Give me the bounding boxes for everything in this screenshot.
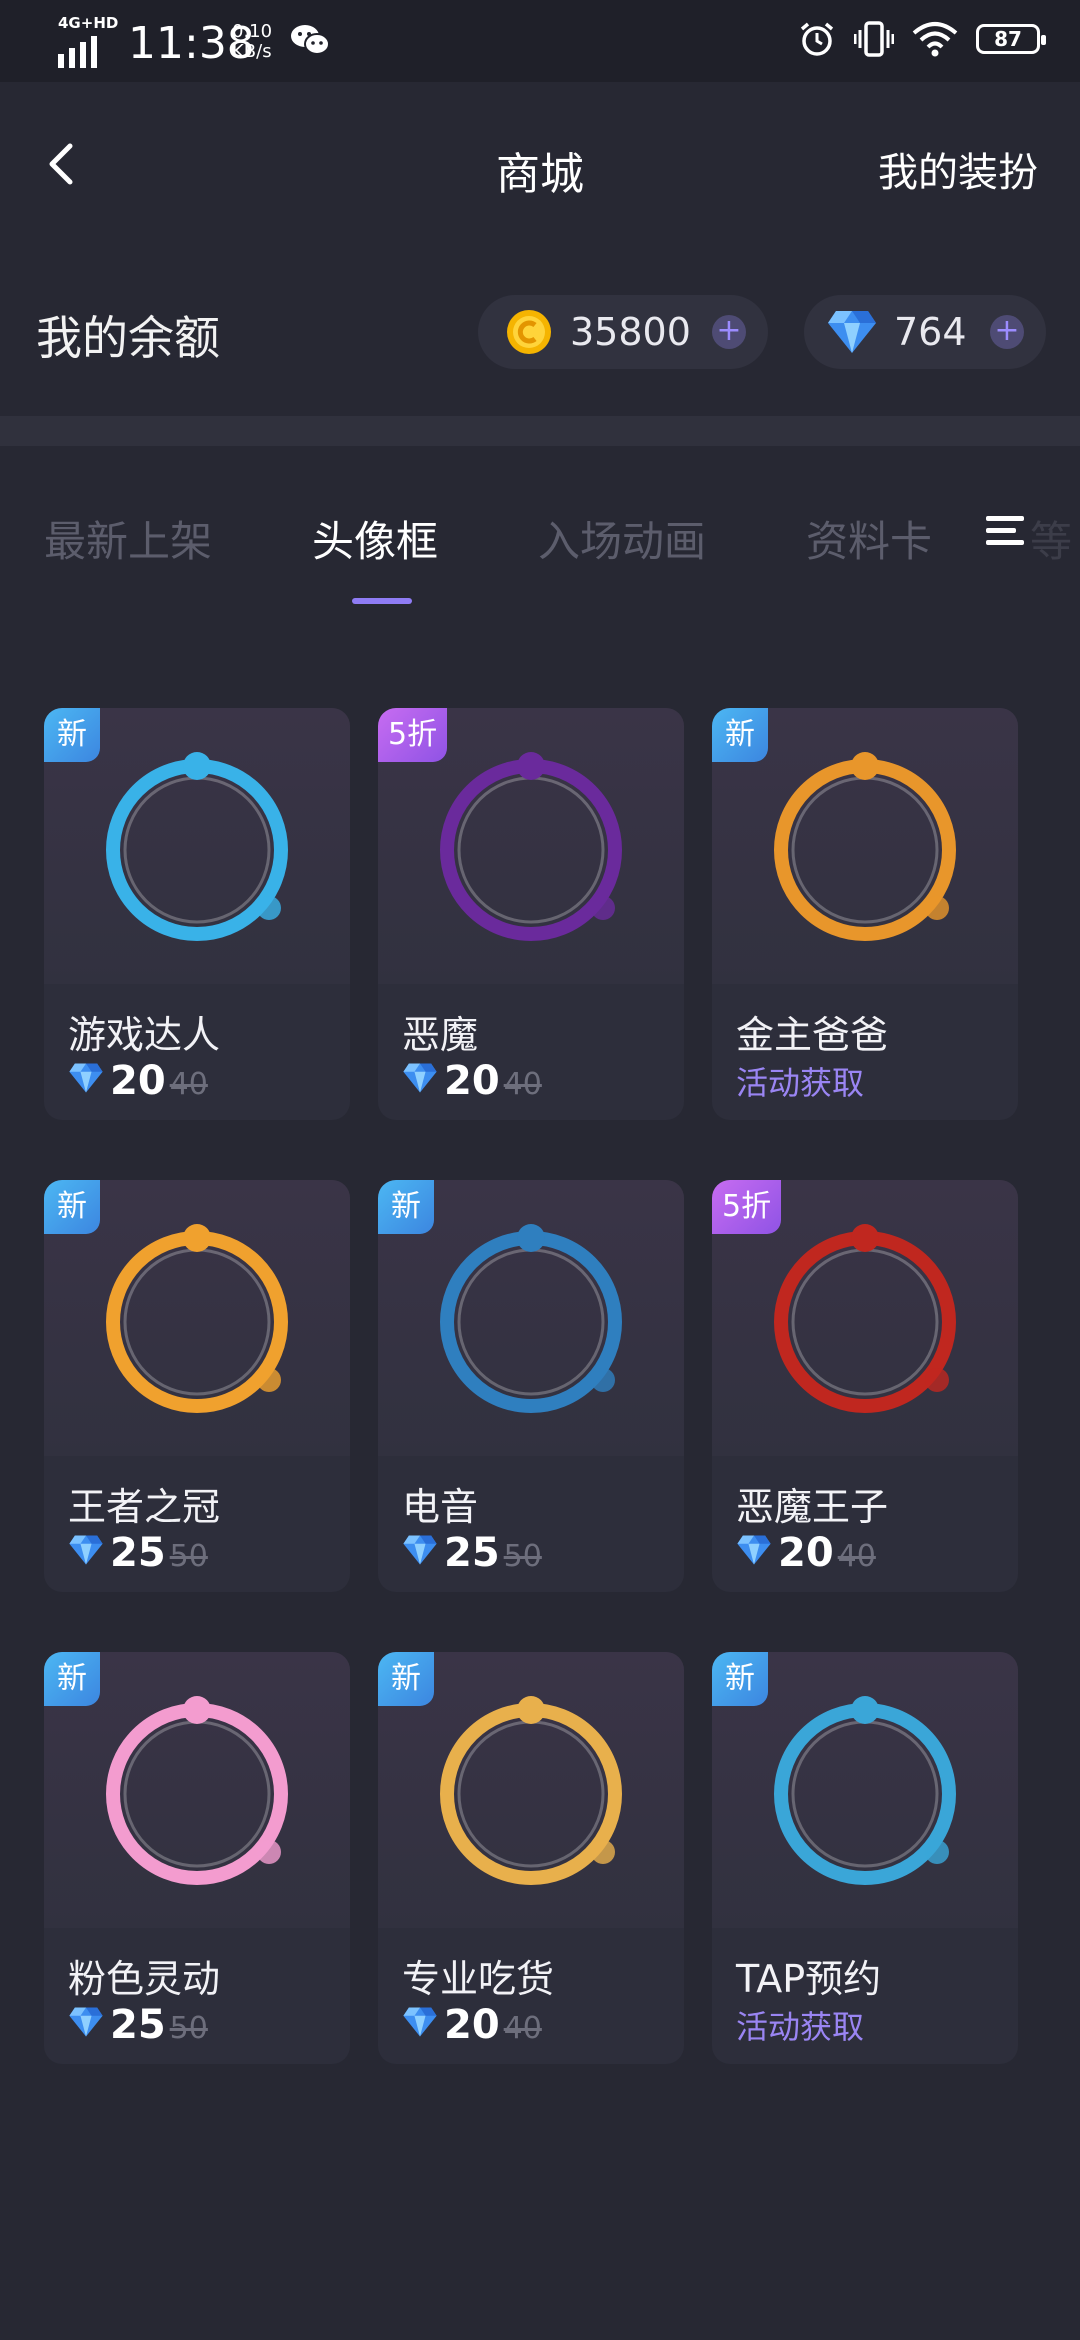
- current-price: 20: [444, 1058, 500, 1104]
- coin-amount: 35800: [570, 310, 691, 354]
- current-price: 20: [444, 2002, 500, 2048]
- item-name: 游戏达人: [68, 1013, 221, 1057]
- original-price: 40: [169, 1067, 208, 1102]
- category-tabs: 最新上架 头像框 入场动画 资料卡 等: [0, 490, 1080, 610]
- item-price: 25 50: [68, 1530, 208, 1576]
- new-badge: 新: [712, 708, 768, 762]
- item-name: 粉色灵动: [68, 1957, 221, 2001]
- item-name: 金主爸爸: [736, 1013, 889, 1057]
- coin-balance[interactable]: 35800 +: [478, 295, 768, 369]
- current-price: 20: [778, 1530, 834, 1576]
- vibrate-icon: [854, 21, 894, 57]
- item-name: 电音: [402, 1485, 479, 1529]
- item-card[interactable]: 新金主爸爸活动获取: [712, 708, 1018, 1120]
- speed-unit: KB/s: [232, 41, 272, 62]
- tab-more[interactable]: 等: [1030, 508, 1072, 569]
- item-card[interactable]: 新王者之冠 25 50: [44, 1180, 350, 1592]
- activity-obtain-label: 活动获取: [736, 2008, 865, 2046]
- network-type: 4G+HD: [58, 14, 119, 32]
- diamond-icon: [403, 2007, 437, 2037]
- new-badge: 新: [712, 1652, 768, 1706]
- diamond-icon: [69, 2007, 103, 2037]
- status-bar: 4G+HD 11:38 0.10 KB/s 87: [0, 0, 1080, 82]
- diamond-icon: [69, 1535, 103, 1565]
- item-card[interactable]: 新游戏达人 20 40: [44, 708, 350, 1120]
- balance-section: 我的余额 35800 + 764 +: [0, 280, 1080, 390]
- tab-new-arrivals[interactable]: 最新上架: [44, 508, 212, 569]
- original-price: 50: [169, 1539, 208, 1574]
- item-price: 25 50: [402, 1530, 542, 1576]
- menu-icon[interactable]: [986, 508, 1026, 554]
- item-name: 恶魔: [402, 1013, 479, 1057]
- original-price: 40: [503, 2011, 542, 2046]
- tab-profile-card[interactable]: 资料卡: [806, 508, 932, 569]
- original-price: 50: [169, 2011, 208, 2046]
- wifi-icon: [912, 22, 958, 57]
- diamond-icon: [403, 1535, 437, 1565]
- speed-value: 0.10: [232, 21, 273, 42]
- new-badge: 新: [378, 1180, 434, 1234]
- new-badge: 新: [378, 1652, 434, 1706]
- original-price: 40: [503, 1067, 542, 1102]
- coin-icon: [507, 310, 551, 354]
- discount-badge: 5折: [712, 1180, 782, 1234]
- top-bar: 商城 我的装扮: [0, 82, 1080, 242]
- tab-avatar-frame[interactable]: 头像框: [312, 508, 438, 569]
- gem-balance[interactable]: 764 +: [804, 295, 1046, 369]
- current-price: 25: [444, 1530, 500, 1576]
- discount-badge: 5折: [378, 708, 448, 762]
- active-tab-indicator: [352, 598, 412, 604]
- activity-obtain-label: 活动获取: [736, 1064, 865, 1102]
- diamond-icon: [403, 1063, 437, 1093]
- new-badge: 新: [44, 708, 100, 762]
- item-name: 专业吃货: [402, 1957, 555, 2001]
- alarm-icon: [800, 22, 834, 56]
- item-price: 20 40: [402, 2002, 542, 2048]
- diamond-icon: [737, 1535, 771, 1565]
- item-card[interactable]: 新粉色灵动 25 50: [44, 1652, 350, 2064]
- item-card[interactable]: 新电音 25 50: [378, 1180, 684, 1592]
- tab-entry-animation[interactable]: 入场动画: [538, 508, 706, 569]
- item-price: 25 50: [68, 2002, 208, 2048]
- diamond-icon: [828, 311, 876, 353]
- diamond-icon: [69, 1063, 103, 1093]
- add-coins-button[interactable]: +: [712, 315, 746, 349]
- item-card[interactable]: 新专业吃货 20 40: [378, 1652, 684, 2064]
- new-badge: 新: [44, 1180, 100, 1234]
- status-icons: 87: [798, 20, 1046, 58]
- original-price: 50: [503, 1539, 542, 1574]
- item-card[interactable]: 5折恶魔王子 20 40: [712, 1180, 1018, 1592]
- current-price: 25: [110, 2002, 166, 2048]
- item-price: 20 40: [68, 1058, 208, 1104]
- balance-label: 我的余额: [36, 311, 220, 365]
- battery-indicator: 87: [976, 24, 1046, 54]
- item-card[interactable]: 新 TAP预约活动获取: [712, 1652, 1018, 2064]
- item-name: TAP预约: [736, 1957, 882, 2001]
- signal-icon: [58, 36, 97, 68]
- network-speed: 0.10 KB/s: [232, 22, 272, 62]
- new-badge: 新: [44, 1652, 100, 1706]
- add-gems-button[interactable]: +: [990, 315, 1024, 349]
- section-divider: [0, 416, 1080, 446]
- original-price: 40: [837, 1539, 876, 1574]
- wechat-icon: [291, 25, 330, 55]
- item-name: 王者之冠: [68, 1485, 221, 1529]
- item-price: 20 40: [736, 1530, 876, 1576]
- gem-amount: 764: [894, 310, 967, 354]
- current-price: 25: [110, 1530, 166, 1576]
- my-dress-button[interactable]: 我的装扮: [878, 140, 1038, 198]
- item-price: 20 40: [402, 1058, 542, 1104]
- item-name: 恶魔王子: [736, 1485, 889, 1529]
- item-card[interactable]: 5折恶魔 20 40: [378, 708, 684, 1120]
- current-price: 20: [110, 1058, 166, 1104]
